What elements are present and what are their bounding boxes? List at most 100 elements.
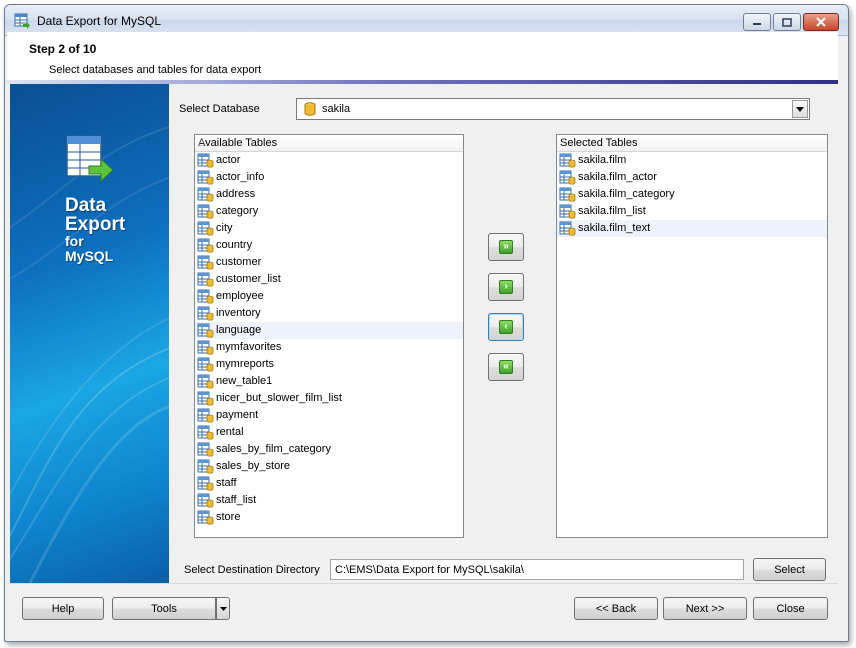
- chevron-down-icon: [219, 606, 227, 611]
- export-table-icon: [66, 135, 114, 183]
- selected-table-item[interactable]: sakila.film_category: [557, 186, 827, 203]
- available-table-item[interactable]: rental: [195, 424, 463, 441]
- wizard-footer: Help Tools << Back Next >> Close: [7, 583, 838, 631]
- wizard-content: Select Database sakila Available Tables …: [169, 84, 838, 583]
- available-table-item[interactable]: city: [195, 220, 463, 237]
- table-name: country: [216, 239, 253, 251]
- maximize-button[interactable]: [773, 13, 801, 31]
- add-button[interactable]: ›: [488, 273, 524, 301]
- close-window-button[interactable]: [803, 13, 839, 31]
- selected-tables-list[interactable]: Selected Tables sakila.film sakila.film_a…: [556, 134, 828, 538]
- available-table-item[interactable]: country: [195, 237, 463, 254]
- back-button-label: << Back: [595, 602, 637, 615]
- database-icon: [304, 102, 316, 116]
- table-name: actor: [216, 154, 241, 166]
- available-table-item[interactable]: sales_by_store: [195, 458, 463, 475]
- next-button[interactable]: Next >>: [663, 597, 747, 620]
- available-tables-header[interactable]: Available Tables △: [195, 135, 463, 152]
- table-name: sales_by_store: [216, 460, 290, 472]
- available-table-item[interactable]: mymreports: [195, 356, 463, 373]
- minimize-button[interactable]: [743, 13, 771, 31]
- database-dropdown-button[interactable]: [792, 100, 808, 118]
- select-directory-button[interactable]: Select: [753, 558, 826, 581]
- add-all-button[interactable]: »: [488, 233, 524, 261]
- help-button-label: Help: [51, 602, 75, 615]
- close-button[interactable]: Close: [753, 597, 828, 620]
- available-table-item[interactable]: actor_info: [195, 169, 463, 186]
- available-table-item[interactable]: nicer_but_slower_film_list: [195, 390, 463, 407]
- available-table-item[interactable]: store: [195, 509, 463, 526]
- selected-table-item[interactable]: sakila.film: [557, 152, 827, 169]
- table-name: new_table1: [216, 375, 273, 387]
- wizard-header: Step 2 of 10 Select databases and tables…: [7, 32, 838, 80]
- remove-button[interactable]: ‹: [488, 313, 524, 341]
- table-name: payment: [216, 409, 259, 421]
- chevron-down-icon: [796, 106, 804, 112]
- table-name: nicer_but_slower_film_list: [216, 392, 342, 404]
- table-icon: [197, 408, 214, 423]
- selected-table-item[interactable]: sakila.film_list: [557, 203, 827, 220]
- table-name: mymfavorites: [216, 341, 282, 353]
- table-icon: [197, 238, 214, 253]
- next-button-label: Next >>: [685, 602, 725, 615]
- tools-menu-button[interactable]: [216, 597, 230, 620]
- selected-tables-header[interactable]: Selected Tables: [557, 135, 827, 152]
- available-table-item[interactable]: employee: [195, 288, 463, 305]
- table-icon: [197, 272, 214, 287]
- table-icon: [197, 357, 214, 372]
- table-icon: [559, 221, 576, 236]
- available-table-item[interactable]: actor: [195, 152, 463, 169]
- table-name: sakila.film_list: [578, 205, 646, 217]
- right-arrow-icon: ›: [499, 280, 513, 294]
- available-tables-list[interactable]: Available Tables △ actor actor_info addres…: [194, 134, 464, 538]
- double-right-arrow-icon: »: [499, 240, 513, 254]
- table-icon: [197, 510, 214, 525]
- available-table-item[interactable]: customer: [195, 254, 463, 271]
- table-icon: [197, 493, 214, 508]
- selected-table-item[interactable]: sakila.film_text: [557, 220, 827, 237]
- remove-all-button[interactable]: «: [488, 353, 524, 381]
- available-table-item[interactable]: category: [195, 203, 463, 220]
- table-icon: [559, 187, 576, 202]
- table-icon: [559, 170, 576, 185]
- table-name: sakila.film_actor: [578, 171, 657, 183]
- banner-line-1: Data: [65, 195, 107, 216]
- available-table-item[interactable]: payment: [195, 407, 463, 424]
- table-icon: [559, 153, 576, 168]
- product-banner: Data Export for MySQL: [10, 84, 169, 583]
- selected-table-item[interactable]: sakila.film_actor: [557, 169, 827, 186]
- app-table-icon: [14, 13, 30, 29]
- available-table-item[interactable]: staff_list: [195, 492, 463, 509]
- table-name: customer: [216, 256, 262, 268]
- select-database-label: Select Database: [179, 103, 260, 115]
- banner-line-4: MySQL: [65, 248, 114, 264]
- table-icon: [197, 442, 214, 457]
- table-icon: [197, 323, 214, 338]
- selected-tables-rows: sakila.film sakila.film_actor sakila.film_…: [557, 152, 827, 237]
- banner-line-3: for: [65, 233, 84, 249]
- help-button[interactable]: Help: [22, 597, 104, 620]
- table-icon: [197, 306, 214, 321]
- double-left-arrow-icon: «: [499, 360, 513, 374]
- available-table-item[interactable]: address: [195, 186, 463, 203]
- destination-directory-input[interactable]: C:\EMS\Data Export for MySQL\sakila\: [330, 559, 744, 580]
- select-directory-button-label: Select: [774, 563, 805, 576]
- table-icon: [197, 459, 214, 474]
- table-icon: [197, 221, 214, 236]
- maximize-icon: [782, 17, 792, 27]
- available-table-item[interactable]: inventory: [195, 305, 463, 322]
- available-table-item[interactable]: staff: [195, 475, 463, 492]
- available-table-item[interactable]: sales_by_film_category: [195, 441, 463, 458]
- database-select[interactable]: sakila: [296, 98, 810, 120]
- available-table-item[interactable]: customer_list: [195, 271, 463, 288]
- available-table-item[interactable]: language: [195, 322, 463, 339]
- table-icon: [197, 170, 214, 185]
- tools-button[interactable]: Tools: [112, 597, 216, 620]
- table-name: rental: [216, 426, 244, 438]
- available-table-item[interactable]: mymfavorites: [195, 339, 463, 356]
- back-button[interactable]: << Back: [574, 597, 658, 620]
- database-value: sakila: [322, 103, 351, 115]
- table-name: inventory: [216, 307, 261, 319]
- available-table-item[interactable]: new_table1: [195, 373, 463, 390]
- window-title: Data Export for MySQL: [37, 14, 162, 28]
